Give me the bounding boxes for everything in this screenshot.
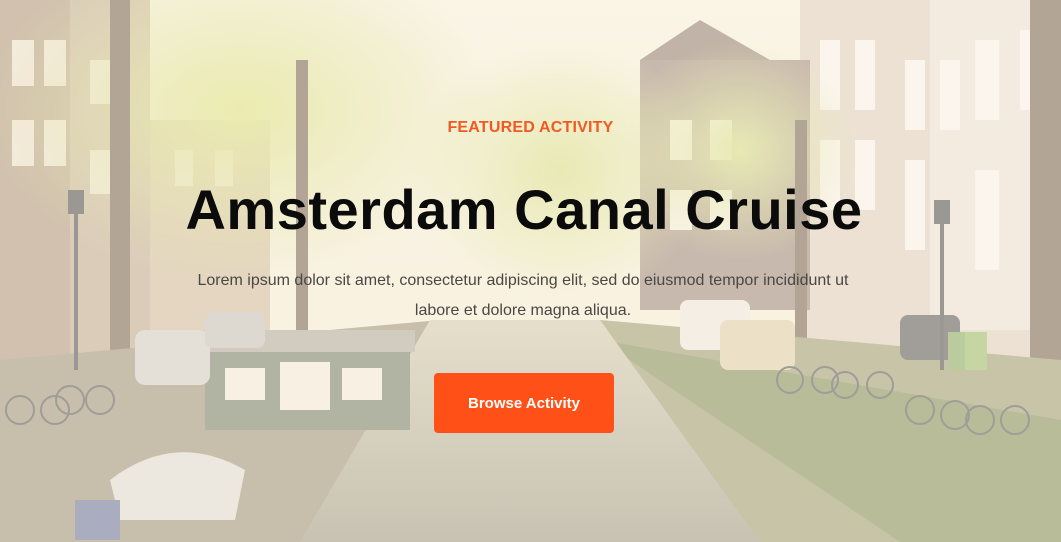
hero-description: Lorem ipsum dolor sit amet, consectetur … <box>197 272 849 319</box>
featured-label: FEATURED ACTIVITY <box>447 119 614 136</box>
hero-content: FEATURED ACTIVITY Amsterdam Canal Cruise… <box>0 0 1061 542</box>
hero-section: FEATURED ACTIVITY Amsterdam Canal Cruise… <box>0 0 1061 542</box>
hero-title: Amsterdam Canal Cruise <box>185 178 863 241</box>
browse-activity-button[interactable]: Browse Activity <box>434 373 614 433</box>
